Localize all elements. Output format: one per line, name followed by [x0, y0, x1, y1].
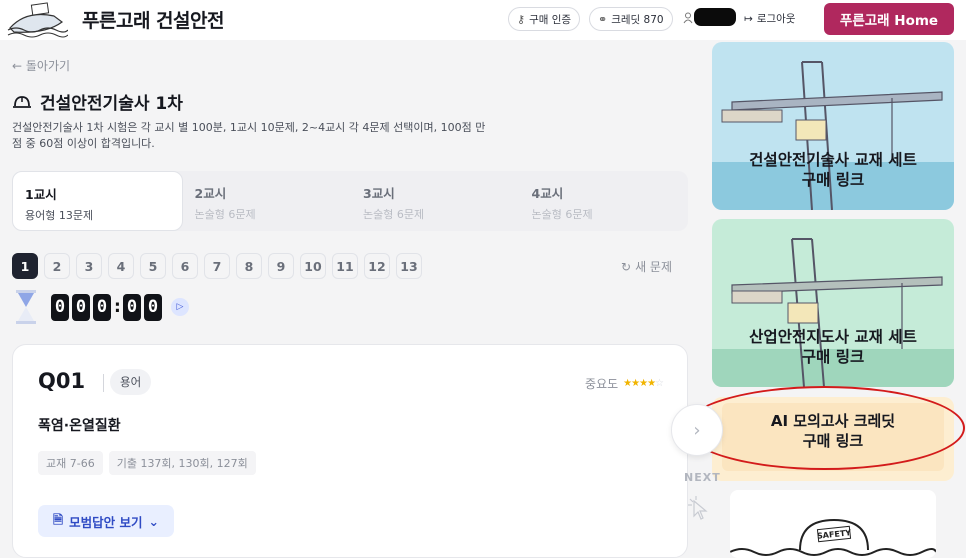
- annotation-circle: [684, 386, 965, 470]
- brand-title[interactable]: 푸른고래 건설안전: [82, 6, 224, 33]
- purchase-verify-label: 구매 인증: [529, 13, 572, 26]
- helmet-icon: [13, 95, 31, 108]
- timer-digit: 0: [72, 293, 90, 321]
- tab-period-2[interactable]: 2교시 논술형 6문제: [183, 171, 352, 231]
- tab-title: 4교시: [531, 186, 564, 201]
- credit-button[interactable]: ⚭ 크레딧 870: [589, 7, 673, 31]
- question-number-button[interactable]: 6: [172, 253, 198, 279]
- tag: 교재 7-66: [38, 451, 103, 475]
- question-number-button[interactable]: 4: [108, 253, 134, 279]
- tab-title: 2교시: [194, 186, 227, 201]
- question-number-button[interactable]: 7: [204, 253, 230, 279]
- safety-helmet-icon: SAFETY: [730, 518, 936, 556]
- timer-digit: 0: [93, 293, 111, 321]
- refresh-icon: ↻: [621, 259, 632, 274]
- chevron-right-icon: ›: [693, 419, 701, 441]
- star-rating-icon: ★★★★☆: [623, 378, 664, 389]
- timer-digit: 0: [144, 293, 162, 321]
- question-number-button[interactable]: 3: [76, 253, 102, 279]
- divider: [103, 374, 104, 392]
- tab-period-4[interactable]: 4교시 논술형 6문제: [520, 171, 689, 231]
- question-type-badge: 용어: [110, 369, 152, 395]
- link-icon: ⚭: [598, 12, 608, 26]
- tab-subtitle: 논술형 6문제: [531, 208, 593, 221]
- exam-title: 건설안전기술사 1차: [12, 89, 183, 114]
- user-icon: [683, 12, 693, 24]
- ad-safety-helmet[interactable]: SAFETY: [730, 490, 936, 558]
- pointer-cursor-icon: [688, 496, 708, 520]
- chevron-down-icon: ⌄: [148, 513, 159, 529]
- ad2-subtitle: 구매 링크: [801, 348, 865, 366]
- question-number-button[interactable]: 9: [268, 253, 294, 279]
- tab-period-1[interactable]: 1교시 용어형 13문제: [12, 171, 183, 231]
- tab-title: 3교시: [363, 186, 395, 201]
- top-header: 푸른고래 건설안전 ⚷ 구매 인증 ⚭ 크레딧 870 ↦ 로그아웃 푸른고래 …: [0, 0, 966, 40]
- importance-label: 중요도: [585, 377, 619, 391]
- importance-rating: 중요도 ★★★★☆: [585, 375, 664, 392]
- ad1-title: 건설안전기술사 교재 세트: [749, 151, 917, 169]
- ad-industrial-safety-books[interactable]: 산업안전지도사 교재 세트 구매 링크: [712, 219, 954, 387]
- key-icon: ⚷: [517, 12, 526, 26]
- timer-digit: 0: [51, 293, 69, 321]
- purchase-verify-button[interactable]: ⚷ 구매 인증: [508, 7, 581, 31]
- play-icon[interactable]: ▷: [171, 298, 189, 316]
- redacted-username: [694, 8, 736, 26]
- question-number-button[interactable]: 2: [44, 253, 70, 279]
- model-answer-button[interactable]: 🗎 모범답안 보기 ⌄: [38, 505, 174, 537]
- tab-subtitle: 용어형 13문제: [25, 209, 94, 222]
- question-number-button[interactable]: 12: [364, 253, 390, 279]
- next-arrow-button[interactable]: ›: [671, 404, 723, 456]
- question-card: Q01 용어 중요도 ★★★★☆ 폭염·온열질환 교재 7-66 기출 137회…: [12, 344, 688, 558]
- tab-title: 1교시: [25, 187, 57, 202]
- back-link[interactable]: ← 돌아가기: [12, 57, 70, 74]
- tab-period-3[interactable]: 3교시 논술형 6문제: [351, 171, 520, 231]
- timer-separator: :: [114, 297, 121, 317]
- exam-title-text: 건설안전기술사 1차: [40, 94, 183, 114]
- question-number-button[interactable]: 1: [12, 253, 38, 279]
- question-tags: 교재 7-66 기출 137회, 130회, 127회: [38, 451, 256, 475]
- logout-label: 로그아웃: [756, 13, 796, 25]
- exam-description: 건설안전기술사 1차 시험은 각 교시 별 100분, 1교시 10문제, 2~…: [12, 121, 486, 150]
- new-question-button[interactable]: ↻ 새 문제: [621, 258, 672, 275]
- period-tabs: 1교시 용어형 13문제 2교시 논술형 6문제 3교시 논술형 6문제 4교시…: [12, 171, 688, 231]
- question-number-button[interactable]: 13: [396, 253, 422, 279]
- document-icon: 🗎: [53, 511, 64, 527]
- question-number-button[interactable]: 5: [140, 253, 166, 279]
- ad-construction-safety-books[interactable]: 건설안전기술사 교재 세트 구매 링크: [712, 42, 954, 210]
- home-button[interactable]: 푸른고래 Home: [824, 3, 954, 35]
- logout-icon: ↦: [744, 12, 753, 25]
- hourglass-icon: [16, 290, 36, 324]
- question-number-button[interactable]: 11: [332, 253, 358, 279]
- model-answer-label: 모범답안 보기: [69, 514, 143, 530]
- question-number-button[interactable]: 10: [300, 253, 326, 279]
- question-number-button[interactable]: 8: [236, 253, 262, 279]
- ad1-subtitle: 구매 링크: [801, 171, 865, 189]
- question-topic: 폭염·온열질환: [38, 418, 121, 434]
- question-id: Q01: [38, 369, 86, 393]
- tag: 기출 137회, 130회, 127회: [108, 451, 256, 475]
- credit-label: 크레딧 870: [611, 13, 664, 26]
- timer-digit: 0: [123, 293, 141, 321]
- question-number-list: 1 2 3 4 5 6 7 8 9 10 11 12 13: [12, 253, 422, 279]
- logout-button[interactable]: ↦ 로그아웃: [744, 11, 795, 26]
- brand-logo-icon[interactable]: [6, 0, 69, 40]
- tab-subtitle: 논술형 6문제: [194, 208, 256, 221]
- tab-subtitle: 논술형 6문제: [363, 208, 425, 221]
- next-label: NEXT: [684, 471, 721, 484]
- timer: 0 0 0 : 0 0 ▷: [12, 289, 189, 325]
- ad2-title: 산업안전지도사 교재 세트: [749, 328, 917, 346]
- new-question-label: 새 문제: [635, 260, 672, 274]
